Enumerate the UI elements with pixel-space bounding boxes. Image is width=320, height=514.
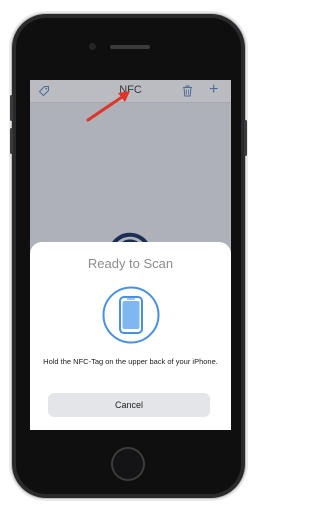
power-button: [244, 120, 247, 156]
earpiece-speaker: [110, 45, 150, 49]
front-camera: [89, 43, 96, 50]
phone-screen: NFC + Ready to Scan Hold the NFC-Tag on …: [30, 80, 231, 430]
volume-down-button: [10, 128, 13, 154]
volume-up-button: [10, 95, 13, 121]
home-button[interactable]: [111, 447, 145, 481]
sheet-instruction: Hold the NFC-Tag on the upper back of yo…: [43, 357, 218, 366]
sheet-title: Ready to Scan: [87, 256, 174, 271]
cancel-button[interactable]: Cancel: [48, 393, 210, 417]
red-arrow-annotation: [86, 91, 130, 122]
phone-scan-icon: [102, 286, 160, 344]
nfc-scan-sheet: Ready to Scan Hold the NFC-Tag on the up…: [30, 242, 231, 430]
